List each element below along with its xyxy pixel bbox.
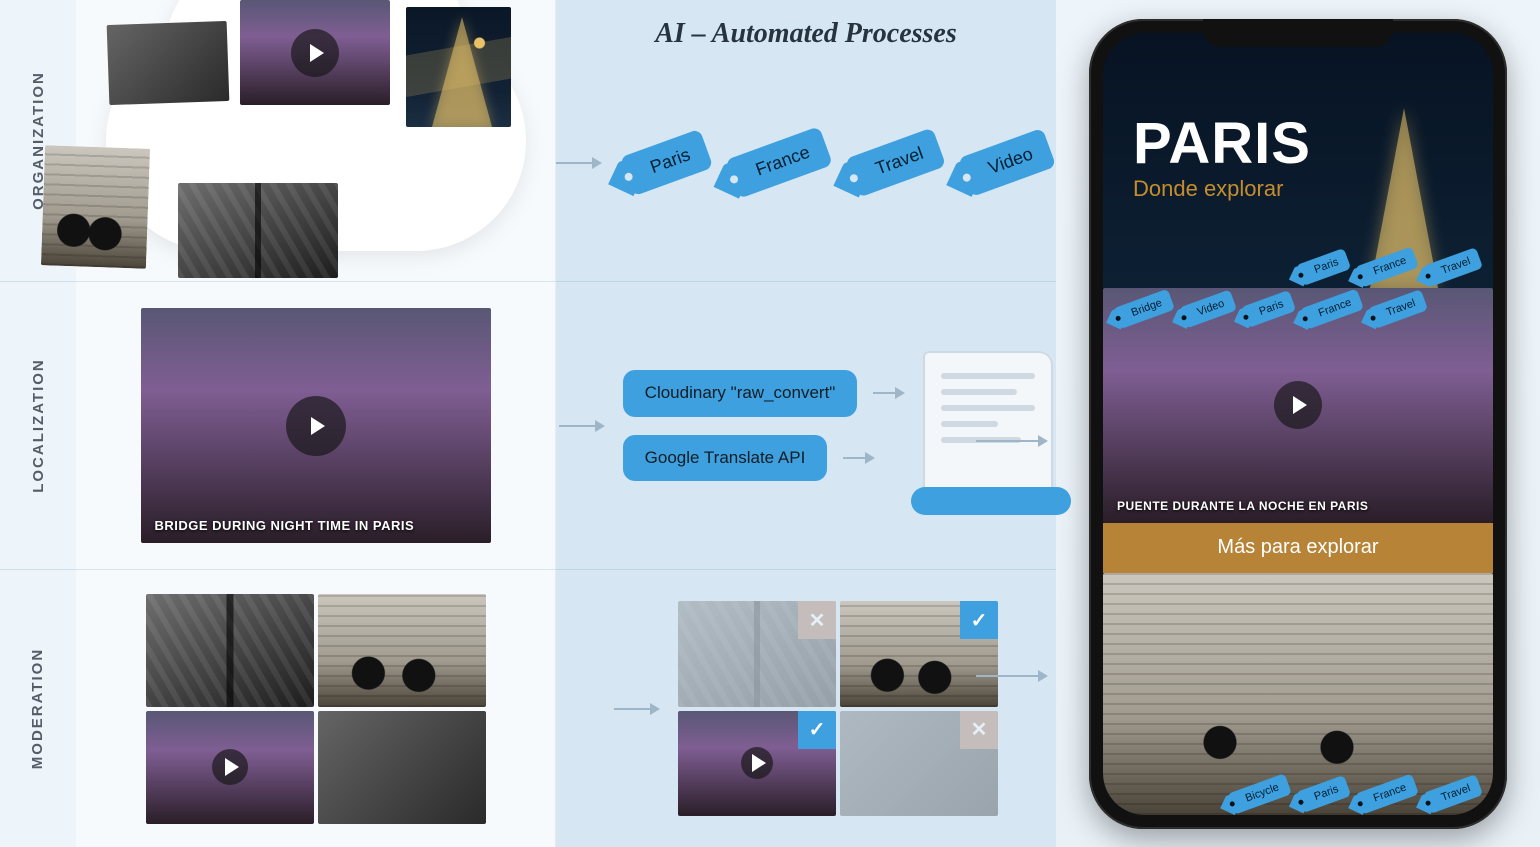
organization-input-cell [76,0,556,282]
diagram-grid: ORGANIZATION AI – Automated Processes Pa… [0,0,1540,847]
thumb-bike [318,594,486,707]
tag-video: Video [958,128,1056,197]
play-icon [291,29,339,77]
thumb-bridge-large: BRIDGE DURING NIGHT TIME IN PARIS [141,308,491,543]
moderation-output-cell: ✕ ✓ ✓ ✕ [556,570,1056,847]
phone-more-bar: Más para explorar [1103,523,1493,573]
phone-hero-title: PARIS [1133,118,1311,170]
arrow-right-icon [976,440,1046,442]
thumb-bike [41,145,150,269]
phone-screen: PARIS Donde explorar Paris France Travel… [1103,33,1493,815]
approve-mark-icon: ✓ [960,601,998,639]
organization-output-cell: AI – Automated Processes Paris France Tr… [556,0,1056,282]
localization-process-cell: Cloudinary "raw_convert" Google Translat… [556,282,1056,570]
phone-video-section: Bridge Video Paris France Travel PUENTE … [1103,288,1493,523]
phone-hero-tags: Paris France Travel [1296,256,1483,278]
thumb-bridge-video [146,711,314,824]
phone-frame: PARIS Donde explorar Paris France Travel… [1089,19,1507,829]
reject-mark-icon: ✕ [798,601,836,639]
play-icon [1274,381,1322,429]
moderation-grid-output: ✕ ✓ ✓ ✕ [678,601,998,816]
arrow-right-icon [843,457,873,459]
row-label-moderation: MODERATION [0,570,76,847]
thumb-bridge-approved: ✓ [678,711,836,817]
thumb-building [146,594,314,707]
thumb-skyline [318,711,486,824]
thumb-bike-approved: ✓ [840,601,998,707]
thumb-skyline [107,20,230,104]
tag-paris: Paris [620,129,714,197]
phone-bike-section: Bicycle Paris France Travel [1103,573,1493,815]
tag-travel: Travel [845,127,947,197]
reject-mark-icon: ✕ [960,711,998,749]
moderation-grid-input [146,594,486,824]
scroll-document-icon [923,351,1053,501]
moderation-input-cell [76,570,556,847]
arrow-right-icon [559,425,603,427]
arrow-right-icon [976,675,1046,677]
pill-google-translate: Google Translate API [623,435,828,481]
video-caption-en: BRIDGE DURING NIGHT TIME IN PARIS [155,518,415,533]
thumb-bridge-video [240,0,390,105]
thumb-building-rejected: ✕ [678,601,836,707]
phone-hero-subtitle: Donde explorar [1133,176,1311,202]
play-icon [741,747,773,779]
phone-hero: PARIS Donde explorar Paris France Travel [1103,33,1493,288]
phone-video-caption: PUENTE DURANTE LA NOCHE EN PARIS [1117,499,1368,513]
phone-bike-tags: Bicycle Paris France Travel [1227,783,1483,805]
tag-row-organization: Paris France Travel Video [620,142,1056,183]
localization-input-cell: BRIDGE DURING NIGHT TIME IN PARIS [76,282,556,570]
arrow-right-icon [556,162,600,164]
phone-video-tags: Bridge Video Paris France Travel [1113,298,1428,320]
pill-cloudinary: Cloudinary "raw_convert" [623,370,858,416]
approve-mark-icon: ✓ [798,711,836,749]
arrow-right-icon [873,392,903,394]
thumb-eiffel [406,7,511,127]
arrow-right-icon [614,708,658,710]
row-label-localization: LOCALIZATION [0,282,76,570]
thumb-skyline-rejected: ✕ [840,711,998,817]
phone-preview-cell: PARIS Donde explorar Paris France Travel… [1056,0,1540,847]
tag-france: France [725,126,833,199]
play-icon [212,749,248,785]
phone-notch [1203,19,1393,47]
thumb-building [178,183,338,278]
diagram-title: AI – Automated Processes [556,18,1056,50]
play-icon [286,396,346,456]
